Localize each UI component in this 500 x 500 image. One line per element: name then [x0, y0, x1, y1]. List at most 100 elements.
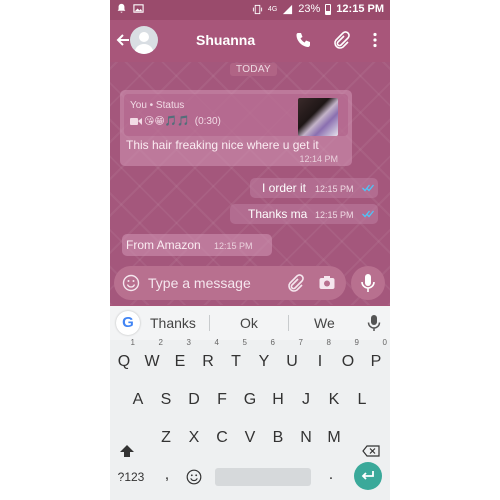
key-label: T [231, 353, 241, 370]
read-receipt-icon [362, 210, 374, 218]
emoji-key[interactable] [184, 462, 204, 496]
key-a[interactable]: A [124, 384, 152, 416]
key-label: O [341, 353, 355, 370]
key-w[interactable]: W2 [138, 338, 166, 378]
message-text: I order it [262, 181, 307, 195]
key-n[interactable]: N [292, 422, 320, 454]
key-e[interactable]: E3 [166, 338, 194, 378]
key-label: J [302, 391, 310, 408]
suggestion-3[interactable]: We [314, 315, 335, 331]
suggestion-divider [209, 315, 210, 331]
key-v[interactable]: V [236, 422, 264, 454]
key-label: Z [161, 429, 171, 446]
phone-call-icon[interactable] [294, 31, 312, 49]
quoted-author: You • Status [130, 100, 185, 111]
symbols-key[interactable]: ?123 [116, 462, 146, 492]
enter-key[interactable] [354, 462, 382, 490]
key-label: P [370, 353, 382, 370]
incoming-message[interactable]: You • Status 😘😁🎵🎵 (0:30) This hair freak… [120, 90, 352, 166]
message-list[interactable]: TODAY You • Status 😘😁🎵🎵 (0:30) This hair… [110, 62, 390, 305]
enter-arrow-icon [361, 471, 374, 480]
key-m[interactable]: M [320, 422, 348, 454]
key-hint: 5 [242, 338, 247, 347]
period-key[interactable]: . [324, 460, 338, 490]
quoted-duration: (0:30) [194, 116, 221, 127]
key-hint: 2 [158, 338, 163, 347]
quoted-status[interactable]: You • Status 😘😁🎵🎵 (0:30) [124, 94, 348, 136]
voice-record-button[interactable] [351, 266, 385, 300]
suggestion-divider [288, 315, 289, 331]
outgoing-message[interactable]: Thanks ma 12:15 PM [230, 204, 378, 224]
key-label: E [174, 353, 186, 370]
google-logo-icon[interactable]: G [116, 311, 140, 335]
key-y[interactable]: Y6 [250, 338, 278, 378]
more-options-icon[interactable] [366, 31, 384, 49]
space-bar[interactable] [215, 468, 311, 486]
key-x[interactable]: X [180, 422, 208, 454]
key-u[interactable]: U7 [278, 338, 306, 378]
contact-name[interactable]: Shuanna [196, 32, 255, 48]
key-g[interactable]: G [236, 384, 264, 416]
suggestion-strip: G Thanks Ok We [110, 306, 390, 340]
key-label: M [327, 429, 341, 446]
key-d[interactable]: D [180, 384, 208, 416]
suggestion-2[interactable]: Ok [240, 315, 258, 331]
key-hint: 7 [298, 338, 303, 347]
camera-icon[interactable] [318, 274, 336, 292]
key-label: L [357, 391, 367, 408]
key-label: W [144, 353, 160, 370]
outgoing-message[interactable]: I order it 12:15 PM [250, 178, 378, 198]
key-label: C [216, 429, 228, 446]
composer [114, 266, 346, 300]
key-label: V [244, 429, 256, 446]
key-c[interactable]: C [208, 422, 236, 454]
message-text: This hair freaking nice where u get it [126, 138, 319, 152]
incoming-message[interactable]: From Amazon 12:15 PM [122, 234, 272, 256]
avatar[interactable] [130, 26, 158, 54]
key-hint: 6 [270, 338, 275, 347]
message-time: 12:14 PM [299, 154, 338, 164]
key-hint: 3 [186, 338, 191, 347]
key-label: A [132, 391, 144, 408]
suggestion-1[interactable]: Thanks [150, 315, 196, 331]
key-l[interactable]: L [348, 384, 376, 416]
key-label: G [243, 391, 257, 408]
key-hint: 8 [326, 338, 331, 347]
key-label: N [300, 429, 312, 446]
signal-icon [283, 4, 293, 14]
message-text: From Amazon [126, 238, 201, 252]
key-i[interactable]: I8 [306, 338, 334, 378]
status-bar: 4G 23% 12:15 PM [110, 0, 390, 20]
key-z[interactable]: Z [152, 422, 180, 454]
message-time: 12:15 PM [214, 241, 253, 251]
key-t[interactable]: T5 [222, 338, 250, 378]
message-text: Thanks ma [248, 207, 308, 221]
network-type: 4G [267, 5, 278, 13]
message-input[interactable] [148, 274, 278, 292]
key-label: U [286, 353, 298, 370]
comma-key[interactable]: , [160, 460, 174, 490]
voice-typing-icon[interactable] [366, 314, 382, 332]
key-label: K [328, 391, 340, 408]
key-label: Y [258, 353, 270, 370]
key-p[interactable]: P0 [362, 338, 390, 378]
key-h[interactable]: H [264, 384, 292, 416]
key-label: H [272, 391, 284, 408]
key-b[interactable]: B [264, 422, 292, 454]
paperclip-icon[interactable] [332, 31, 350, 49]
emoji-icon[interactable] [122, 274, 140, 292]
key-k[interactable]: K [320, 384, 348, 416]
message-time: 12:15 PM [315, 210, 354, 220]
key-label: S [160, 391, 172, 408]
key-j[interactable]: J [292, 384, 320, 416]
key-r[interactable]: R4 [194, 338, 222, 378]
key-s[interactable]: S [152, 384, 180, 416]
key-q[interactable]: Q1 [110, 338, 138, 378]
quoted-content: 😘😁🎵🎵 (0:30) [130, 116, 221, 127]
attachment-icon[interactable] [286, 274, 304, 292]
key-f[interactable]: F [208, 384, 236, 416]
key-hint: 4 [214, 338, 219, 347]
key-o[interactable]: O9 [334, 338, 362, 378]
read-receipt-icon [362, 184, 374, 192]
key-hint: 1 [130, 338, 135, 347]
